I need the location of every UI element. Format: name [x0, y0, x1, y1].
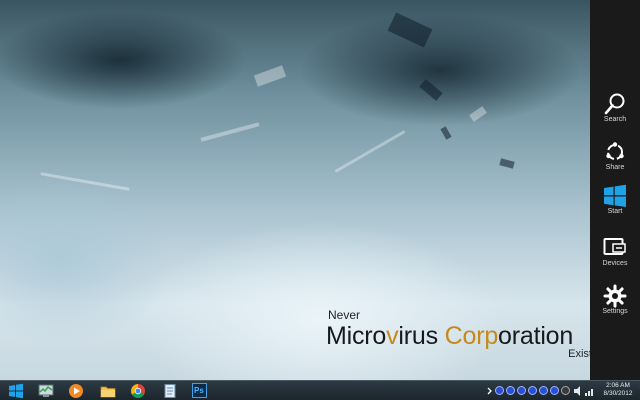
brand-part: irus: [398, 322, 445, 350]
photoshop-icon: Ps: [192, 383, 207, 398]
task-manager-icon: [38, 384, 54, 397]
brand-part: Corp: [444, 322, 499, 350]
start-button[interactable]: [2, 382, 30, 400]
desktop-wallpaper: Never Microvirus Corporation ® Exist: [0, 0, 640, 380]
wallpaper-shard: [387, 12, 433, 48]
charms-bar: Search Share Start Devices Settings: [590, 0, 640, 380]
taskbar-task-manager[interactable]: [32, 382, 60, 400]
charm-label: Settings: [602, 308, 628, 315]
charm-devices[interactable]: Devices: [590, 232, 640, 276]
media-player-icon: [69, 384, 83, 398]
chrome-icon: [131, 384, 145, 398]
gear-icon: [603, 284, 627, 308]
network-icon[interactable]: [585, 386, 595, 396]
tray-app-icon[interactable]: [550, 386, 559, 395]
brand-name: Microvirus Corporation: [326, 322, 573, 351]
charm-search[interactable]: Search: [590, 88, 640, 132]
brand-part: v: [386, 322, 399, 350]
brand-part: Micro: [326, 322, 387, 350]
charm-start[interactable]: Start: [590, 180, 640, 224]
brand-line-exist: Exist: [568, 348, 592, 360]
charm-label: Start: [607, 208, 623, 215]
charm-label: Share: [605, 164, 625, 171]
taskbar-media-player[interactable]: [62, 382, 90, 400]
taskbar-chrome[interactable]: [124, 382, 152, 400]
wallpaper-shard: [253, 65, 287, 87]
windows-logo-icon: [604, 184, 626, 207]
wallpaper-shard: [440, 126, 452, 140]
brand-line-never: Never: [328, 308, 361, 322]
volume-icon[interactable]: [574, 386, 583, 396]
taskbar-photoshop[interactable]: Ps: [186, 382, 214, 400]
wallpaper-shard: [419, 79, 443, 101]
charm-label: Search: [603, 116, 627, 123]
tray-app-icon[interactable]: [528, 386, 537, 395]
wallpaper-shard: [40, 172, 130, 191]
taskbar: Ps 2:06 AM 8/30/2012: [0, 380, 640, 400]
notepad-icon: [164, 384, 176, 398]
clock-date: 8/30/2012: [603, 390, 633, 397]
wallpaper-branding: Never Microvirus Corporation ® Exist: [326, 308, 597, 364]
wallpaper-shard: [469, 106, 487, 122]
windows-start-icon: [9, 383, 23, 399]
taskbar-file-explorer[interactable]: [94, 382, 122, 400]
file-explorer-icon: [100, 386, 116, 398]
taskbar-notepad[interactable]: [156, 382, 184, 400]
search-icon: [604, 93, 625, 115]
taskbar-clock[interactable]: 2:06 AM 8/30/2012: [596, 382, 640, 400]
wallpaper-shard: [499, 158, 515, 169]
wallpaper-shard: [200, 122, 260, 142]
charm-settings[interactable]: Settings: [590, 280, 640, 324]
charm-share[interactable]: Share: [590, 136, 640, 180]
tray-app-icon[interactable]: [539, 386, 548, 395]
wallpaper-shard: [334, 130, 406, 173]
devices-icon: [603, 238, 626, 255]
brand-part: oration: [498, 322, 574, 350]
show-hidden-icons-icon[interactable]: [486, 384, 494, 398]
photoshop-icon-label: Ps: [194, 386, 204, 395]
clock-time: 2:06 AM: [606, 382, 630, 389]
tray-app-icon[interactable]: [506, 386, 515, 395]
tray-app-icon[interactable]: [561, 386, 570, 395]
tray-app-icon[interactable]: [495, 386, 504, 395]
tray-app-icon[interactable]: [517, 386, 526, 395]
charm-label: Devices: [602, 260, 628, 267]
share-icon: [606, 142, 624, 160]
